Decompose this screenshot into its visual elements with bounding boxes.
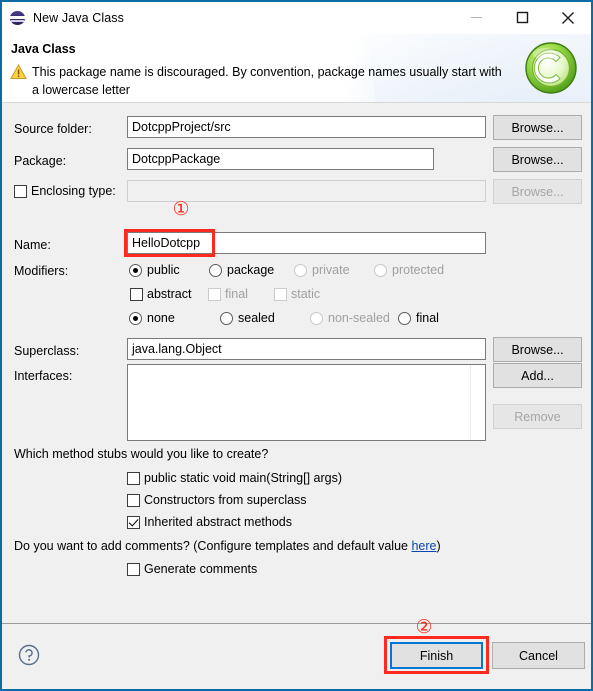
modifier-radio-public[interactable]: public (129, 263, 180, 277)
stub-checkbox-inherited[interactable]: Inherited abstract methods (127, 515, 292, 529)
checkbox-box-icon (130, 287, 143, 301)
sealed-none-label: none (147, 311, 175, 325)
warning-message: This package name is discouraged. By con… (32, 65, 502, 97)
superclass-browse-button[interactable]: Browse... (493, 337, 582, 362)
modifier-package-label: package (227, 263, 275, 277)
radio-circle-icon (374, 263, 387, 277)
name-label: Name: (14, 238, 51, 252)
stub-inherited-label: Inherited abstract methods (144, 515, 292, 529)
configure-templates-link[interactable]: here (411, 539, 436, 553)
checkbox-box-icon (274, 287, 287, 301)
enclosing-type-browse-button: Browse... (493, 179, 582, 204)
sealed-sealed-label: sealed (238, 311, 275, 325)
modifiers-label: Modifiers: (14, 264, 69, 278)
method-stubs-question: Which method stubs would you like to cre… (14, 447, 269, 461)
checkbox-box-icon (14, 184, 27, 198)
radio-circle-icon (310, 311, 323, 325)
radio-circle-icon (209, 263, 222, 277)
interfaces-remove-button: Remove (493, 404, 582, 429)
interfaces-list[interactable] (127, 364, 486, 441)
help-question-icon[interactable] (18, 644, 40, 666)
modifier-checkbox-abstract[interactable]: abstract (130, 287, 191, 301)
modifier-static-label: static (291, 287, 321, 301)
modifier-radio-private: private (294, 263, 350, 277)
maximize-button[interactable] (499, 2, 545, 33)
name-input[interactable]: HelloDotcpp (127, 232, 486, 254)
modifier-private-label: private (312, 263, 350, 277)
window-controls (453, 2, 591, 34)
stub-checkbox-constructors[interactable]: Constructors from superclass (127, 493, 307, 507)
generate-comments-checkbox[interactable]: Generate comments (127, 562, 257, 576)
dialog-footer: Finish Cancel (2, 624, 591, 689)
superclass-label: Superclass: (14, 344, 80, 358)
source-folder-label: Source folder: (14, 122, 92, 136)
checkbox-checked-icon (127, 515, 140, 529)
close-button[interactable] (545, 2, 591, 33)
page-title: Java Class (11, 42, 76, 56)
checkbox-box-icon (127, 562, 140, 576)
radio-circle-icon (398, 311, 411, 325)
cancel-button[interactable]: Cancel (492, 642, 585, 669)
source-folder-browse-button[interactable]: Browse... (493, 115, 582, 140)
window-title: New Java Class (33, 11, 125, 25)
package-input[interactable]: DotcppPackage (127, 148, 434, 170)
checkbox-box-icon (208, 287, 221, 301)
modifier-public-label: public (147, 263, 180, 277)
superclass-input[interactable]: java.lang.Object (127, 338, 486, 360)
sealed-radio-sealed[interactable]: sealed (220, 311, 275, 325)
checkbox-box-icon (127, 493, 140, 507)
java-class-green-c-icon (523, 40, 579, 96)
enclosing-type-input (127, 180, 486, 202)
comments-question-prefix: Do you want to add comments? (Configure … (14, 539, 412, 553)
interfaces-add-button[interactable]: Add... (493, 363, 582, 388)
modifier-checkbox-static: static (274, 287, 320, 301)
modifier-radio-package[interactable]: package (209, 263, 274, 277)
dialog-header: Java Class This package name is discoura… (2, 34, 591, 102)
checkbox-box-icon (127, 471, 140, 485)
new-java-class-dialog: New Java Class Java Class This package n… (0, 0, 593, 691)
dialog-body: Source folder: DotcppProject/src Browse.… (2, 103, 591, 603)
enclosing-type-label: Enclosing type: (31, 184, 116, 198)
radio-circle-icon (220, 311, 233, 325)
sealed-final-label: final (416, 311, 439, 325)
minimize-button[interactable] (453, 2, 499, 33)
title-bar: New Java Class (2, 2, 591, 34)
enclosing-type-checkbox[interactable]: Enclosing type: (14, 184, 116, 198)
sealed-radio-final[interactable]: final (398, 311, 439, 325)
warning-triangle-icon (10, 63, 27, 80)
stub-checkbox-main[interactable]: public static void main(String[] args) (127, 471, 342, 485)
modifier-abstract-label: abstract (147, 287, 192, 301)
eclipse-sphere-icon (10, 10, 26, 26)
modifier-checkbox-final: final (208, 287, 248, 301)
sealed-radio-non-sealed: non-sealed (310, 311, 390, 325)
radio-circle-icon (129, 263, 142, 277)
comments-question-suffix: ) (436, 539, 441, 553)
interfaces-label: Interfaces: (14, 369, 73, 383)
radio-circle-icon (294, 263, 307, 277)
package-label: Package: (14, 154, 67, 168)
source-folder-input[interactable]: DotcppProject/src (127, 116, 486, 138)
sealed-non-sealed-label: non-sealed (328, 311, 390, 325)
stub-main-label: public static void main(String[] args) (144, 471, 342, 485)
interfaces-scrollbar[interactable] (470, 365, 485, 440)
finish-button[interactable]: Finish (390, 642, 483, 669)
package-browse-button[interactable]: Browse... (493, 147, 582, 172)
stub-constructors-label: Constructors from superclass (144, 493, 307, 507)
modifier-radio-protected: protected (374, 263, 444, 277)
modifier-final-label: final (225, 287, 248, 301)
sealed-radio-none[interactable]: none (129, 311, 175, 325)
comments-question: Do you want to add comments? (Configure … (14, 539, 441, 553)
radio-circle-icon (129, 311, 142, 325)
generate-comments-label: Generate comments (144, 562, 258, 576)
modifier-protected-label: protected (392, 263, 445, 277)
